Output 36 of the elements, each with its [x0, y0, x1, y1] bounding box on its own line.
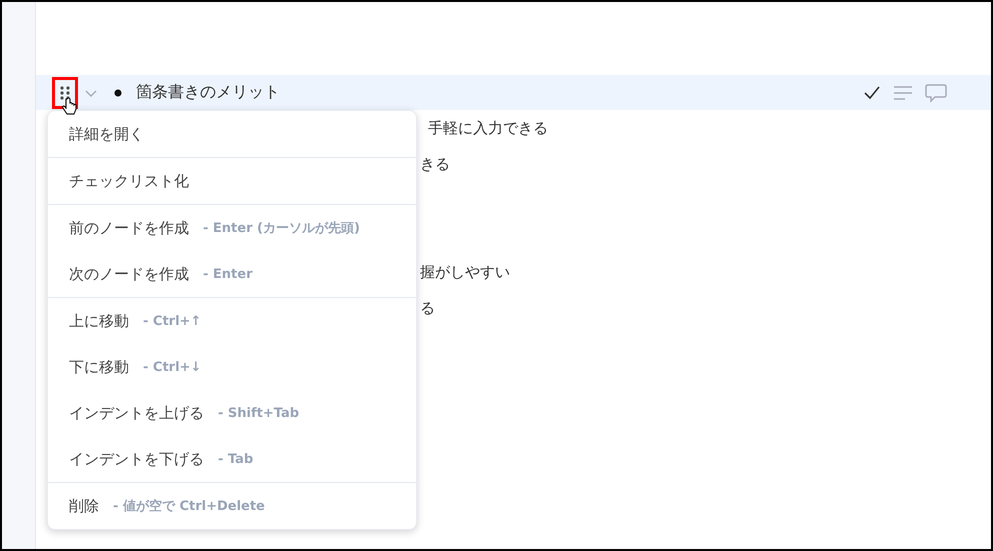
shortcut-hint: - Ctrl+↑ — [143, 314, 202, 328]
menu-item[interactable]: 詳細を開く — [48, 111, 416, 157]
node-title: 箇条書きのメリット — [136, 82, 280, 103]
list-item-text: る — [420, 298, 435, 318]
list-item-text: 手軽に入力できる — [428, 118, 548, 138]
list-item-text: 握がしやすい — [420, 262, 510, 282]
shortcut-hint: - 値が空で Ctrl+Delete — [113, 498, 265, 515]
shortcut-hint: - Enter (カーソルが先頭) — [203, 220, 360, 237]
shortcut-hint: - Shift+Tab — [218, 406, 300, 420]
shortcut-hint: - Tab — [218, 452, 254, 466]
menu-item-label: インデントを下げる — [69, 450, 204, 468]
text-lines-icon[interactable] — [893, 84, 913, 100]
menu-item[interactable]: 下に移動 - Ctrl+↓ — [48, 344, 416, 390]
list-item-text: きる — [420, 154, 450, 174]
menu-item-label: チェックリスト化 — [69, 172, 189, 190]
menu-item[interactable]: 前のノードを作成 - Enter (カーソルが先頭) — [48, 205, 416, 251]
check-icon[interactable] — [863, 84, 881, 100]
comment-icon[interactable] — [925, 82, 947, 102]
menu-item[interactable]: インデントを上げる - Shift+Tab — [48, 390, 416, 436]
menu-item[interactable]: チェックリスト化 — [48, 158, 416, 204]
menu-item-label: 前のノードを作成 — [69, 218, 189, 238]
bullet-icon — [114, 88, 122, 96]
shortcut-hint: - Enter — [203, 266, 252, 282]
chevron-down-icon[interactable] — [84, 88, 98, 98]
drag-handle-icon — [60, 86, 70, 100]
shortcut-hint: - Ctrl+↓ — [143, 360, 202, 374]
menu-item-label: 削除 — [69, 496, 99, 516]
menu-item-label: 次のノードを作成 — [69, 264, 189, 284]
menu-item[interactable]: 次のノードを作成 - Enter — [48, 251, 416, 297]
menu-item[interactable]: 削除 - 値が空で Ctrl+Delete — [48, 483, 416, 529]
menu-item[interactable]: インデントを下げる - Tab — [48, 436, 416, 482]
menu-item-label: インデントを上げる — [69, 404, 204, 422]
menu-item-label: 上に移動 — [69, 312, 129, 330]
menu-item[interactable]: 上に移動 - Ctrl+↑ — [48, 298, 416, 344]
menu-item-label: 詳細を開く — [69, 124, 144, 144]
menu-item-label: 下に移動 — [69, 358, 129, 376]
